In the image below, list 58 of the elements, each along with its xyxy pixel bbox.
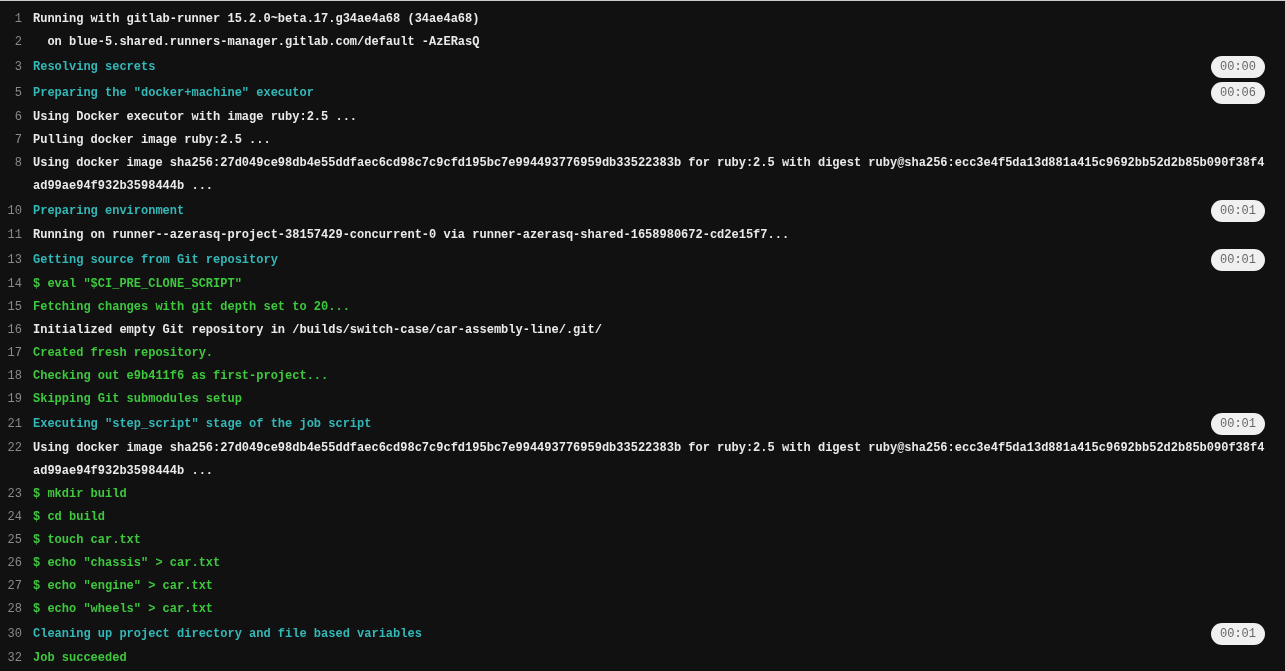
- line-number: 24: [6, 509, 23, 526]
- section-header[interactable]: Getting source from Git repository: [24, 248, 278, 272]
- line-number: 25: [6, 532, 23, 549]
- log-line: $ echo "wheels" > car.txt: [32, 601, 214, 618]
- line-number: 15: [6, 299, 23, 316]
- line-number: 18: [6, 368, 23, 385]
- section-header[interactable]: Preparing the "docker+machine" executor: [24, 81, 314, 105]
- section-header[interactable]: Cleaning up project directory and file based variables: [24, 622, 422, 646]
- log-line: $ touch car.txt: [32, 532, 142, 549]
- log-line: Skipping Git submodules setup: [32, 391, 242, 408]
- line-number: 5: [13, 84, 23, 102]
- line-number: 32: [6, 650, 23, 667]
- line-number: 8: [13, 155, 23, 172]
- section-header[interactable]: Resolving secrets: [24, 55, 156, 79]
- line-number: 2: [13, 34, 23, 51]
- log-line: Pulling docker image ruby:2.5 ...: [32, 132, 271, 149]
- log-line: Using docker image sha256:27d049ce98db4e55ddfaec6cd98c7c9cfd195bc7e994493776959db33522383b for ruby:2.5 with digest ruby@sha256:ecc3e4f5da13d881a415c9692bb52d2b85b090f38f4ad99ae94f932b3598444b ...: [32, 440, 1265, 480]
- line-number: 21: [6, 415, 23, 433]
- duration-badge: 00:01: [1211, 623, 1265, 645]
- line-number: 27: [6, 578, 23, 595]
- line-number: 19: [6, 391, 23, 408]
- duration-badge: 00:06: [1211, 82, 1265, 104]
- line-number: 1: [13, 11, 23, 28]
- section-header[interactable]: Executing "step_script" stage of the job script: [24, 412, 372, 436]
- line-number: 22: [6, 440, 23, 457]
- log-line: Using Docker executor with image ruby:2.5 ...: [32, 109, 358, 126]
- log-line: Job succeeded: [32, 650, 127, 667]
- duration-badge: 00:01: [1211, 200, 1265, 222]
- log-line: Using docker image sha256:27d049ce98db4e55ddfaec6cd98c7c9cfd195bc7e994493776959db33522383b for ruby:2.5 with digest ruby@sha256:ecc3e4f5da13d881a415c9692bb52d2b85b090f38f4ad99ae94f932b3598444b ...: [32, 155, 1265, 195]
- duration-badge: 00:01: [1211, 249, 1265, 271]
- line-number: 6: [13, 109, 23, 126]
- line-number: 26: [6, 555, 23, 572]
- line-number: 3: [13, 58, 23, 76]
- section-header[interactable]: Preparing environment: [24, 199, 185, 223]
- log-line: Checking out e9b411f6 as first-project...: [32, 368, 329, 385]
- log-line: $ cd build: [32, 509, 105, 526]
- line-number: 11: [6, 227, 23, 244]
- log-line: $ echo "engine" > car.txt: [32, 578, 214, 595]
- log-line: on blue-5.shared.runners-manager.gitlab.com/default -AzERasQ: [46, 34, 480, 51]
- line-number: 7: [13, 132, 23, 149]
- log-line: $ mkdir build: [32, 486, 127, 503]
- log-line: Fetching changes with git depth set to 20...: [32, 299, 350, 316]
- line-number: 28: [6, 601, 23, 618]
- line-number: 16: [6, 322, 23, 339]
- duration-badge: 00:01: [1211, 413, 1265, 435]
- line-number: 17: [6, 345, 23, 362]
- duration-badge: 00:00: [1211, 56, 1265, 78]
- line-number: 30: [6, 625, 23, 643]
- log-line: Running on runner--azerasq-project-38157429-concurrent-0 via runner-azerasq-shared-1658980672-cd2e15f7...: [32, 227, 790, 244]
- line-number: 10: [6, 202, 23, 220]
- line-number: 14: [6, 276, 23, 293]
- log-line: Running with gitlab-runner 15.2.0~beta.17.g34ae4a68 (34ae4a68): [32, 11, 480, 28]
- log-line: Initialized empty Git repository in /builds/switch-case/car-assembly-line/.git/: [32, 322, 602, 339]
- log-line: Created fresh repository.: [32, 345, 214, 362]
- line-number: 23: [6, 486, 23, 503]
- line-number: 13: [6, 251, 23, 269]
- log-line: $ echo "chassis" > car.txt: [32, 555, 221, 572]
- log-line: $ eval "$CI_PRE_CLONE_SCRIPT": [32, 276, 242, 293]
